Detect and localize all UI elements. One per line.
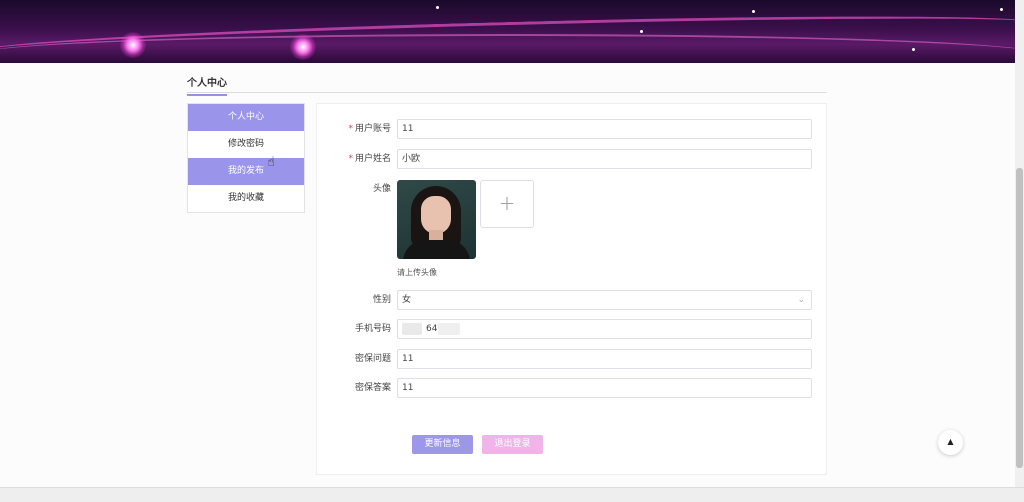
- bottom-strip: [0, 487, 1024, 502]
- avatar-label: 头像: [372, 184, 391, 194]
- banner-star: [752, 10, 755, 13]
- page-scrollbar[interactable]: [1015, 0, 1024, 487]
- phone-field[interactable]: 645: [397, 319, 812, 339]
- avatar-hint: 请上传头像: [397, 268, 437, 277]
- sidebar-item-change-password[interactable]: 修改密码: [188, 131, 304, 158]
- gender-select[interactable]: 女 ⌄: [397, 290, 812, 310]
- banner-glow: [290, 34, 316, 60]
- banner-star: [1000, 8, 1003, 11]
- sidebar-item-profile[interactable]: 个人中心: [188, 104, 304, 131]
- gender-label: 性别: [372, 295, 391, 305]
- hand-cursor-icon: ☝: [267, 155, 275, 170]
- name-label: * 用户姓名: [348, 154, 391, 164]
- page-title: 个人中心: [187, 74, 227, 96]
- security-question-field[interactable]: 11: [397, 349, 812, 369]
- redacted-mask: [438, 323, 460, 335]
- account-field[interactable]: 11: [397, 119, 812, 139]
- caret-up-icon: ▲: [947, 437, 954, 446]
- banner-star: [436, 6, 439, 9]
- sidebar-item-favorites[interactable]: 我的收藏: [188, 185, 304, 212]
- banner-wave: [0, 34, 1015, 63]
- security-answer-field[interactable]: 11: [397, 378, 812, 398]
- banner-star: [640, 30, 643, 33]
- gender-value: 女: [402, 295, 412, 305]
- banner-star: [912, 48, 915, 51]
- back-to-top-button[interactable]: ▲: [938, 430, 963, 455]
- sidebar-item-my-posts[interactable]: 我的发布: [188, 158, 304, 185]
- banner-glow: [120, 32, 146, 58]
- scrollbar-thumb[interactable]: [1016, 168, 1023, 468]
- logout-button[interactable]: 退出登录: [482, 435, 543, 454]
- security-question-label: 密保问题: [354, 354, 391, 364]
- redacted-mask: [402, 323, 422, 335]
- plus-icon: +: [498, 191, 516, 215]
- header-banner: [0, 0, 1015, 63]
- page-title-bar: 个人中心: [187, 73, 827, 96]
- chevron-down-icon: ⌄: [797, 295, 805, 305]
- account-label: * 用户账号: [348, 124, 391, 134]
- sidebar-menu: 个人中心 修改密码 我的发布 我的收藏: [187, 103, 305, 213]
- avatar-image[interactable]: [397, 180, 476, 259]
- main-content: 个人中心 个人中心 修改密码 我的发布 我的收藏 ☝ * 用户账号 11 * 用户姓…: [0, 63, 1015, 487]
- security-answer-label: 密保答案: [354, 383, 391, 393]
- avatar-upload-button[interactable]: +: [480, 180, 534, 228]
- update-info-button[interactable]: 更新信息: [412, 435, 473, 454]
- profile-form: * 用户账号 11 * 用户姓名 小欧 头像 + 请上传头像 性别 女 ⌄ 手机…: [316, 103, 827, 475]
- phone-label: 手机号码: [354, 324, 391, 334]
- name-field[interactable]: 小欧: [397, 149, 812, 169]
